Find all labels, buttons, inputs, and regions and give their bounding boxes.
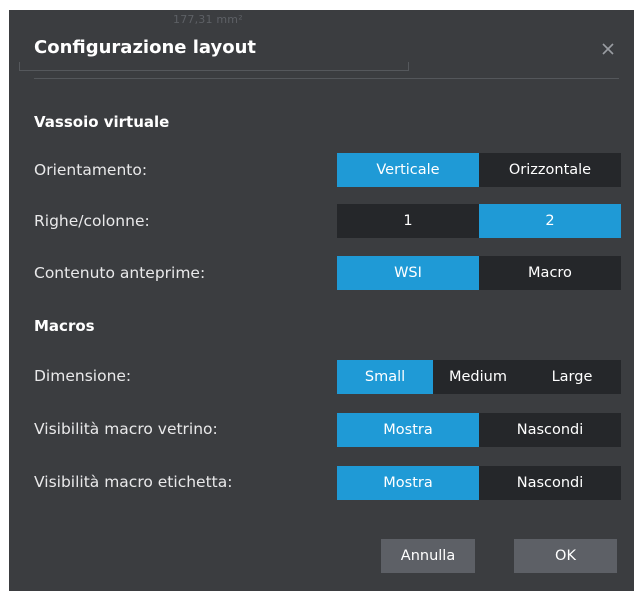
label-macro-visibility-option-hide[interactable]: Nascondi [479,466,621,500]
section-heading-macros: Macros [34,317,95,335]
close-button[interactable] [597,38,619,60]
layout-configuration-dialog: 177,31 mm² Configurazione layout Vassoio… [9,10,634,591]
preview-content-option-macro[interactable]: Macro [479,256,621,290]
rows-columns-label: Righe/colonne: [34,212,150,230]
label-macro-visibility-segmented-control: Mostra Nascondi [337,466,621,500]
orientation-segmented-control: Verticale Orizzontale [337,153,621,187]
rows-columns-segmented-control: 1 2 [337,204,621,238]
preview-content-segmented-control: WSI Macro [337,256,621,290]
orientation-option-vertical[interactable]: Verticale [337,153,479,187]
rows-columns-option-2[interactable]: 2 [479,204,621,238]
background-measurement-text: 177,31 mm² [173,13,243,26]
section-heading-virtual-tray: Vassoio virtuale [34,113,170,131]
dimension-option-medium[interactable]: Medium [433,360,523,394]
orientation-option-horizontal[interactable]: Orizzontale [479,153,621,187]
label-macro-visibility-label: Visibilità macro etichetta: [34,473,233,491]
preview-content-label: Contenuto anteprime: [34,264,206,282]
ok-button[interactable]: OK [514,539,617,573]
dimension-segmented-control: Small Medium Large [337,360,621,394]
rows-columns-option-1[interactable]: 1 [337,204,479,238]
label-macro-visibility-option-show[interactable]: Mostra [337,466,479,500]
background-measurement-ruler [19,62,409,71]
dialog-title: Configurazione layout [34,37,257,58]
slide-macro-visibility-option-hide[interactable]: Nascondi [479,413,621,447]
slide-macro-visibility-segmented-control: Mostra Nascondi [337,413,621,447]
dimension-option-large[interactable]: Large [523,360,621,394]
cancel-button[interactable]: Annulla [381,539,475,573]
dimension-label: Dimensione: [34,367,132,385]
slide-macro-visibility-label: Visibilità macro vetrino: [34,420,218,438]
slide-macro-visibility-option-show[interactable]: Mostra [337,413,479,447]
preview-content-option-wsi[interactable]: WSI [337,256,479,290]
orientation-label: Orientamento: [34,161,148,179]
dimension-option-small[interactable]: Small [337,360,433,394]
title-separator [34,78,619,79]
close-icon [602,43,614,55]
